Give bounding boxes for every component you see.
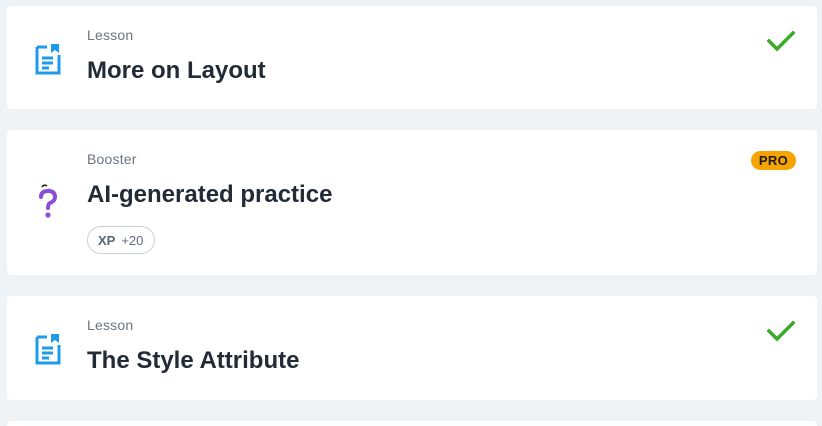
lesson-card-more-on-layout[interactable]: Lesson More on Layout bbox=[7, 6, 817, 109]
lesson-card-the-style-attribute[interactable]: Lesson The Style Attribute bbox=[7, 296, 817, 400]
item-title: The Style Attribute bbox=[87, 347, 300, 374]
next-item-card[interactable] bbox=[7, 421, 817, 426]
item-title: More on Layout bbox=[87, 57, 266, 84]
xp-value: +20 bbox=[121, 232, 144, 248]
item-type-label: Lesson bbox=[87, 27, 134, 43]
lesson-document-icon bbox=[35, 334, 61, 365]
item-type-label: Booster bbox=[87, 151, 137, 167]
xp-reward-chip: XP +20 bbox=[87, 226, 156, 254]
booster-card-ai-generated-practice[interactable]: Booster AI-generated practice PRO XP +20 bbox=[7, 130, 817, 275]
checkmark-icon bbox=[767, 30, 795, 52]
lesson-list: Lesson More on Layout Booster AI-generat… bbox=[0, 0, 822, 426]
pro-badge: PRO bbox=[750, 151, 796, 170]
item-title: AI-generated practice bbox=[87, 181, 333, 208]
lesson-document-icon bbox=[35, 44, 61, 75]
item-type-label: Lesson bbox=[87, 317, 134, 333]
question-mark-icon bbox=[39, 184, 58, 218]
xp-label: XP bbox=[98, 232, 116, 248]
checkmark-icon bbox=[767, 320, 795, 342]
